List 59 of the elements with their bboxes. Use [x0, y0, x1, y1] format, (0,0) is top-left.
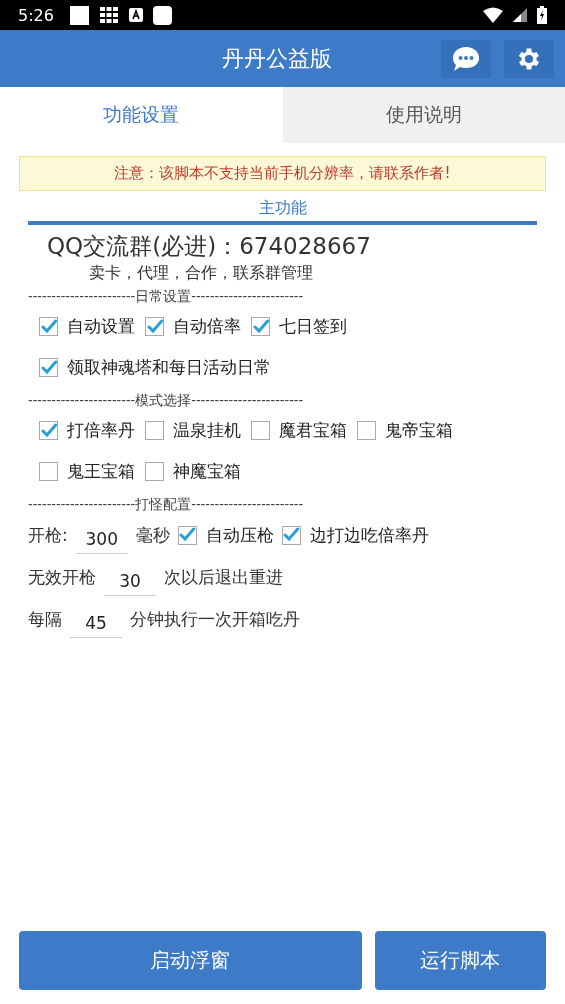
checkbox[interactable]	[357, 421, 376, 440]
battery-icon	[537, 6, 547, 24]
notification-icon	[69, 5, 89, 25]
check-icon	[146, 318, 163, 335]
notification-icon	[152, 5, 172, 25]
action-button[interactable]: 启动浮窗	[19, 931, 362, 990]
status-time: 5:26	[18, 5, 54, 25]
checkbox-label[interactable]: 自动倍率	[173, 315, 241, 338]
field-label: 开枪:	[28, 523, 68, 547]
checkbox[interactable]	[145, 421, 164, 440]
checkbox[interactable]	[251, 421, 270, 440]
checkbox[interactable]	[177, 525, 197, 545]
check-icon	[40, 422, 57, 439]
checkbox-label[interactable]: 神魔宝箱	[173, 460, 241, 483]
section-divider: -----------------------打怪配置------------------------	[28, 496, 305, 514]
checkbox[interactable]	[251, 317, 270, 336]
checkbox[interactable]	[39, 358, 58, 377]
checkbox[interactable]	[39, 421, 58, 440]
section-title: 主功能	[257, 198, 308, 219]
checkbox-label[interactable]: 鬼帝宝箱	[385, 419, 453, 442]
checkbox-label[interactable]: 自动设置	[67, 315, 135, 338]
grid-icon	[98, 5, 119, 25]
checkbox-label[interactable]: 边打边吃倍率丹	[309, 523, 429, 547]
section-divider: -----------------------模式选择------------------------	[28, 392, 305, 410]
checkbox[interactable]	[145, 317, 164, 336]
checkbox-label[interactable]: 打倍率丹	[67, 419, 135, 442]
checkbox-label[interactable]: 魔君宝箱	[279, 419, 347, 442]
field-label: 毫秒	[135, 523, 170, 547]
field-label: 无效开枪	[28, 565, 96, 589]
settings-button[interactable]	[504, 39, 554, 78]
check-icon	[179, 527, 196, 543]
checkbox-label[interactable]: 鬼王宝箱	[67, 460, 135, 483]
section-divider: -----------------------日常设置------------------------	[28, 288, 305, 306]
action-button[interactable]: 运行脚本	[374, 931, 546, 990]
chat-bubble-icon	[452, 45, 480, 72]
checkbox-label[interactable]: 温泉挂机	[173, 419, 241, 442]
signal-icon	[513, 8, 527, 22]
warning-notice: 注意：该脚本不支持当前手机分辨率，请联系作者!	[19, 156, 546, 191]
app-title: 丹丹公益版	[222, 44, 332, 73]
keyboard-icon	[128, 8, 143, 22]
checkbox[interactable]	[39, 317, 58, 336]
checkbox-label[interactable]: 七日签到	[279, 315, 347, 338]
checkbox[interactable]	[145, 462, 164, 481]
tab[interactable]: 使用说明	[282, 87, 565, 143]
contact-text: 卖卡，代理，合作，联系群管理	[89, 263, 314, 284]
checkbox-label[interactable]: 领取神魂塔和每日活动日常	[67, 356, 271, 379]
check-icon	[40, 318, 57, 335]
check-icon	[252, 318, 269, 335]
qq-group-text: QQ交流群(必进)：674028667	[47, 232, 372, 261]
checkbox-label[interactable]: 自动压枪	[205, 523, 274, 547]
chat-button[interactable]	[441, 39, 491, 78]
check-icon	[283, 527, 300, 543]
field-label: 每隔	[28, 607, 62, 631]
check-icon	[40, 359, 57, 376]
checkbox[interactable]	[39, 462, 58, 481]
field-label: 次以后退出重进	[164, 565, 283, 589]
checkbox[interactable]	[281, 525, 301, 545]
wifi-icon	[483, 7, 503, 23]
field-label: 分钟执行一次开箱吃丹	[130, 607, 300, 631]
